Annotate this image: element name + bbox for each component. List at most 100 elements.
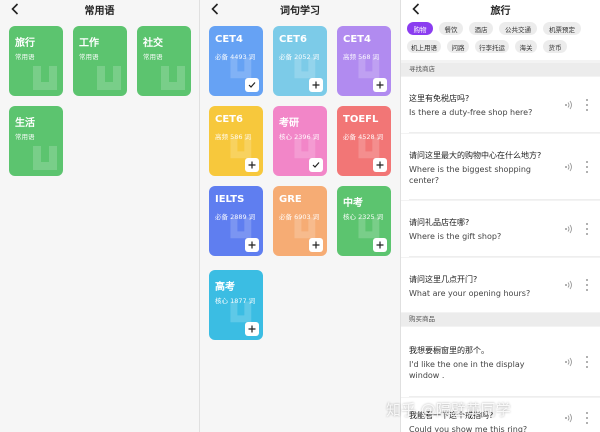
vocab-card[interactable]: CET6 高频 586 词 (209, 106, 263, 176)
speaker-icon[interactable] (564, 100, 574, 110)
phrase-item[interactable]: 我能看一下这个戒指吗? Could you show me this ring? (401, 398, 600, 432)
more-options-icon[interactable] (584, 99, 590, 111)
add-plus-icon[interactable] (373, 158, 387, 172)
category-chip[interactable]: 海关 (515, 40, 537, 53)
category-chip[interactable]: 机票预定 (543, 22, 581, 35)
phrase-item[interactable]: 我想要橱窗里的那个。 I'd like the one in the displa… (401, 327, 600, 397)
category-bar: 购物 餐饮 酒店 公共交通 机票预定机上用语 问路 行李托运 海关 货币 (401, 20, 600, 60)
card-title: CET6 (279, 34, 307, 45)
card-watermark-icon (294, 137, 316, 159)
add-plus-icon[interactable] (373, 78, 387, 92)
add-plus-icon[interactable] (309, 78, 323, 92)
card-title: CET4 (215, 34, 243, 45)
phrase-english: I'd like the one in the display window . (409, 360, 525, 380)
section-header: 寻找商店 (401, 63, 600, 76)
category-chip[interactable]: 行李托运 (475, 40, 509, 53)
vocab-card[interactable]: 考研 核心 2396 词 (273, 106, 327, 176)
vocab-card[interactable]: 高考 核心 1877 词 (209, 270, 263, 340)
card-subtitle: 常用语 (79, 53, 99, 61)
phrase-english: Where is the gift shop? (409, 232, 502, 241)
card-watermark-icon (97, 66, 121, 90)
added-check-icon[interactable] (309, 158, 323, 172)
card-subtitle: 常用语 (143, 53, 163, 61)
card-subtitle: 常用语 (15, 53, 35, 61)
vocabulary-panel: 词句学习 CET4 必备 4493 词 CET6 必备 2052 词 CET4 高频 56… (200, 0, 400, 432)
speaker-icon[interactable] (564, 224, 574, 234)
more-options-icon[interactable] (584, 161, 590, 173)
row-separator (409, 132, 600, 133)
card-title: CET6 (215, 114, 243, 125)
phrase-chinese: 我想要橱窗里的那个。 (409, 346, 489, 355)
card-watermark-icon (294, 57, 316, 79)
card-subtitle: 常用语 (15, 133, 35, 141)
vocab-card[interactable]: 中考 核心 2325 词 (337, 186, 391, 256)
card-watermark-icon (358, 57, 380, 79)
phrase-item[interactable]: 请问这里最大的购物中心在什么地方? Where is the biggest sh… (401, 134, 600, 200)
travel-phrases-panel: 旅行 购物 餐饮 酒店 公共交通 机票预定 机上用语 问路 行李托运 海关 货币 寻找商店 这里有免… (401, 0, 600, 432)
vocab-card[interactable]: GRE 必备 6903 词 (273, 186, 327, 256)
card-watermark-icon (230, 137, 252, 159)
top-bar: 旅行 (401, 0, 600, 20)
card-watermark-icon (230, 301, 252, 323)
phrase-chinese: 请问礼品店在哪? (409, 218, 470, 227)
vocab-card[interactable]: TOEFL 必备 4528 词 (337, 106, 391, 176)
card-life[interactable]: 生活 常用语 (9, 106, 63, 176)
phrase-item[interactable]: 请问这里几点开门? What are your opening hours? (401, 258, 600, 312)
card-title: CET4 (343, 34, 371, 45)
card-title: 高考 (215, 282, 235, 293)
category-chip[interactable]: 货币 (543, 40, 567, 53)
phrase-chinese: 这里有免税店吗? (409, 94, 470, 103)
add-plus-icon[interactable] (245, 322, 259, 336)
category-chip[interactable]: 机上用语 (407, 40, 441, 53)
phrase-english: What are your opening hours? (409, 289, 531, 298)
card-watermark-icon (294, 217, 316, 239)
card-title: 旅行 (15, 38, 35, 49)
phrase-chinese: 请问这里几点开门? (409, 275, 478, 284)
phrase-item[interactable]: 这里有免税店吗? Is there a duty-free shop here? (401, 77, 600, 133)
card-watermark-icon (230, 57, 252, 79)
added-check-icon[interactable] (245, 78, 259, 92)
vocab-card[interactable]: CET4 必备 4493 词 (209, 26, 263, 96)
more-options-icon[interactable] (584, 356, 590, 368)
more-options-icon[interactable] (584, 412, 590, 424)
phrase-chinese: 请问这里最大的购物中心在什么地方? (409, 151, 542, 160)
add-plus-icon[interactable] (309, 238, 323, 252)
section-header: 购买商品 (401, 313, 600, 326)
card-title: GRE (279, 194, 302, 205)
category-chip[interactable]: 问路 (447, 40, 469, 53)
page-title: 词句学习 (280, 6, 320, 17)
vocab-card[interactable]: IELTS 必备 2889 词 (209, 186, 263, 256)
speaker-icon[interactable] (564, 357, 574, 367)
card-social[interactable]: 社交 常用语 (137, 26, 191, 96)
top-bar: 常用语 (0, 0, 199, 18)
more-options-icon[interactable] (584, 223, 590, 235)
speaker-icon[interactable] (564, 413, 574, 423)
card-travel[interactable]: 旅行 常用语 (9, 26, 63, 96)
card-watermark-icon (161, 66, 185, 90)
speaker-icon[interactable] (564, 162, 574, 172)
card-watermark-icon (33, 146, 57, 170)
page-title: 旅行 (490, 6, 511, 17)
card-title: 生活 (15, 118, 35, 129)
add-plus-icon[interactable] (245, 238, 259, 252)
phrasebook-panel: 常用语 旅行 常用语 工作 常用语 社交 常用语 生活 常用语 (0, 0, 199, 432)
card-work[interactable]: 工作 常用语 (73, 26, 127, 96)
add-plus-icon[interactable] (373, 238, 387, 252)
category-chip[interactable]: 餐饮 (439, 22, 463, 35)
card-title: IELTS (215, 194, 245, 205)
add-plus-icon[interactable] (245, 158, 259, 172)
phrase-item[interactable]: 请问礼品店在哪? Where is the gift shop? (401, 201, 600, 257)
page-title: 常用语 (84, 6, 115, 17)
speaker-icon[interactable] (564, 280, 574, 290)
vocab-card[interactable]: CET4 高频 568 词 (337, 26, 391, 96)
more-options-icon[interactable] (584, 279, 590, 291)
card-watermark-icon (358, 137, 380, 159)
category-chip[interactable]: 酒店 (469, 22, 493, 35)
category-chip[interactable]: 购物 (407, 22, 433, 35)
card-title: 中考 (343, 198, 363, 209)
row-separator (409, 199, 600, 200)
category-chip[interactable]: 公共交通 (499, 22, 537, 35)
vocab-card[interactable]: CET6 必备 2052 词 (273, 26, 327, 96)
card-title: 社交 (143, 38, 163, 49)
phrase-chinese: 我能看一下这个戒指吗? (409, 411, 494, 420)
